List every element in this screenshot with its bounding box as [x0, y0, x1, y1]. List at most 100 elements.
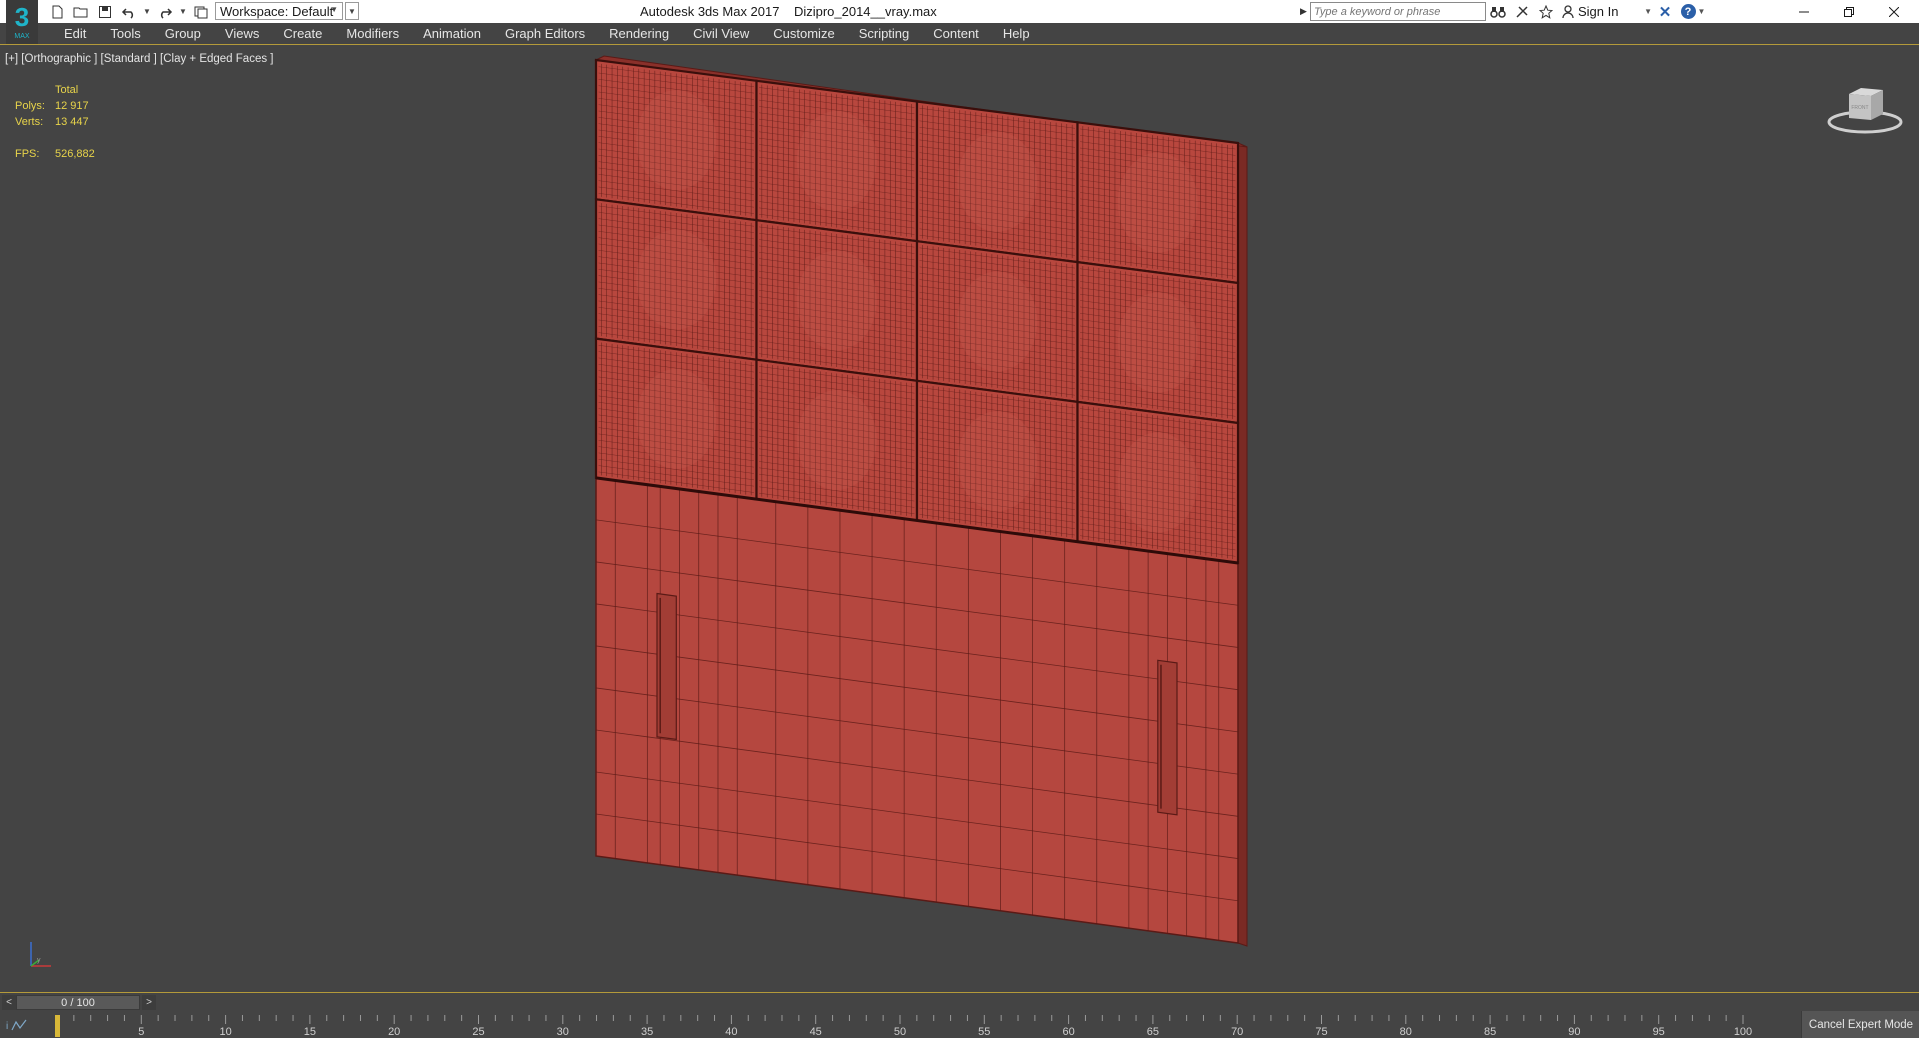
trackbar-tick-label: 65	[1147, 1026, 1159, 1038]
open-file-icon[interactable]	[70, 2, 92, 22]
headboard-side-face	[1237, 142, 1248, 947]
stats-verts-label: Verts:	[15, 116, 44, 128]
menu-create[interactable]: Create	[271, 23, 334, 45]
cushion-panel	[1076, 400, 1240, 565]
viewcube-front-label: FRONT	[1851, 105, 1868, 111]
cushion-highlight	[636, 90, 717, 191]
autodesk-exchange-icon[interactable]: ✕	[1652, 3, 1678, 21]
cushion-highlight	[957, 411, 1038, 512]
restore-icon	[1844, 6, 1854, 17]
redo-icon[interactable]	[154, 2, 176, 22]
undo-icon[interactable]	[118, 2, 140, 22]
chevron-down-icon: ▼	[330, 5, 338, 14]
frame-display: 0 / 100	[61, 996, 95, 1009]
menu-animation[interactable]: Animation	[411, 23, 493, 45]
mini-curve-editor-icon[interactable]: i	[6, 1018, 36, 1032]
trackbar-tick-label: 95	[1653, 1026, 1665, 1038]
cushion-panel	[755, 218, 919, 383]
cushion-highlight	[957, 271, 1038, 372]
cushion-highlight	[957, 131, 1038, 232]
menu-customize[interactable]: Customize	[761, 23, 846, 45]
minimize-button[interactable]	[1781, 0, 1827, 23]
trackbar[interactable]: 0510152025303540455055606570758085909510…	[55, 1015, 1753, 1038]
cancel-expert-mode-button[interactable]: Cancel Expert Mode	[1801, 1011, 1919, 1038]
quick-access-toolbar: ▼ ▼	[46, 0, 212, 23]
stats-total-label: Total	[55, 84, 79, 96]
menu-tools[interactable]: Tools	[98, 23, 152, 45]
stats-fps-value: 526,882	[55, 148, 95, 160]
menu-scripting[interactable]: Scripting	[847, 23, 922, 45]
menu-civil-view[interactable]: Civil View	[681, 23, 761, 45]
undo-dropdown-icon[interactable]: ▼	[142, 2, 152, 22]
sign-in-button[interactable]: Sign In ▼	[1562, 4, 1652, 19]
app-logo-subtext: MAX	[14, 33, 30, 40]
menu-modifiers[interactable]: Modifiers	[334, 23, 411, 45]
perspective-viewport[interactable]: [+] [Orthographic ] [Standard ] [Clay + …	[1, 46, 1918, 992]
cushion-panel	[915, 379, 1079, 543]
user-icon	[1562, 5, 1574, 18]
project-folder-icon[interactable]	[190, 2, 212, 22]
stats-fps-label: FPS:	[15, 148, 40, 160]
save-icon[interactable]	[94, 2, 116, 22]
viewcube[interactable]: FRONT	[1827, 82, 1903, 136]
title-bar: 3 MAX ▼ ▼ Workspace: Default ▼ ▼ Autodes…	[0, 0, 1919, 44]
new-file-icon[interactable]	[46, 2, 68, 22]
app-logo-button[interactable]: 3 MAX	[6, 0, 38, 44]
cushion-panel	[594, 198, 758, 361]
trackbar-tick-label: 30	[557, 1026, 569, 1038]
favorites-star-icon[interactable]	[1534, 1, 1558, 22]
window-title-app: Autodesk 3ds Max 2017	[640, 4, 780, 19]
redo-dropdown-icon[interactable]: ▼	[178, 2, 188, 22]
menu-rendering[interactable]: Rendering	[597, 23, 681, 45]
cushion-highlight	[1117, 292, 1198, 393]
trackbar-tick-label: 5	[138, 1026, 144, 1038]
trackbar-tick-label: 45	[810, 1026, 822, 1038]
close-button[interactable]	[1871, 0, 1917, 23]
cushion-highlight	[636, 229, 717, 330]
search-input[interactable]	[1310, 2, 1486, 21]
cushion-panel	[915, 100, 1079, 264]
stats-polys-label: Polys:	[15, 100, 45, 112]
cancel-expert-label: Cancel Expert Mode	[1808, 1018, 1914, 1031]
menu-content[interactable]: Content	[921, 23, 991, 45]
menu-views[interactable]: Views	[213, 23, 271, 45]
app-window: 3 MAX ▼ ▼ Workspace: Default ▼ ▼ Autodes…	[0, 0, 1919, 1038]
workspace-dropdown[interactable]: Workspace: Default ▼	[215, 2, 343, 20]
customize-toolbar-icon[interactable]: ▼	[345, 2, 359, 20]
trackbar-tick-label: 35	[641, 1026, 653, 1038]
trackbar-tick-label: 40	[725, 1026, 737, 1038]
main-menu-bar: Edit Tools Group Views Create Modifiers …	[0, 23, 1919, 45]
help-button[interactable]: ? ▼	[1678, 4, 1708, 19]
cushion-panel	[755, 358, 919, 522]
menu-graph-editors[interactable]: Graph Editors	[493, 23, 597, 45]
headboard-model[interactable]	[1, 46, 1918, 992]
headboard-mesh	[594, 55, 1248, 947]
axis-tripod-icon: y	[30, 942, 51, 967]
cushion-highlight	[636, 368, 717, 469]
trackbar-tick-label: 80	[1400, 1026, 1412, 1038]
menu-group[interactable]: Group	[153, 23, 213, 45]
next-frame-button[interactable]: >	[142, 995, 156, 1010]
menu-help[interactable]: Help	[991, 23, 1042, 45]
menu-edit[interactable]: Edit	[52, 23, 98, 45]
cushion-panel	[594, 58, 758, 222]
current-frame-marker[interactable]	[55, 1015, 60, 1037]
cushion-highlight	[1117, 432, 1198, 533]
workspace-label: Workspace: Default	[220, 3, 334, 19]
cushion-panel	[1076, 121, 1240, 285]
search-collapse-icon[interactable]: ▶	[1300, 6, 1310, 17]
time-slider[interactable]: 0 / 100	[16, 995, 140, 1010]
trackbar-tick-label: 20	[388, 1026, 400, 1038]
cushion-panel	[594, 337, 758, 501]
viewport-label-menu[interactable]: [+] [Orthographic ] [Standard ] [Clay + …	[5, 53, 273, 65]
previous-frame-button[interactable]: <	[2, 995, 16, 1010]
close-icon	[1889, 6, 1899, 17]
restore-button[interactable]	[1826, 0, 1872, 23]
binoculars-icon[interactable]	[1486, 1, 1510, 22]
stats-verts-value: 13 447	[55, 116, 89, 128]
window-title-file: Dizipro_2014__vray.max	[793, 4, 937, 19]
cushion-panel	[915, 239, 1079, 404]
subscription-icon[interactable]	[1510, 1, 1534, 22]
trackbar-tick-label: 90	[1568, 1026, 1580, 1038]
app-logo-text: 3	[14, 2, 30, 32]
